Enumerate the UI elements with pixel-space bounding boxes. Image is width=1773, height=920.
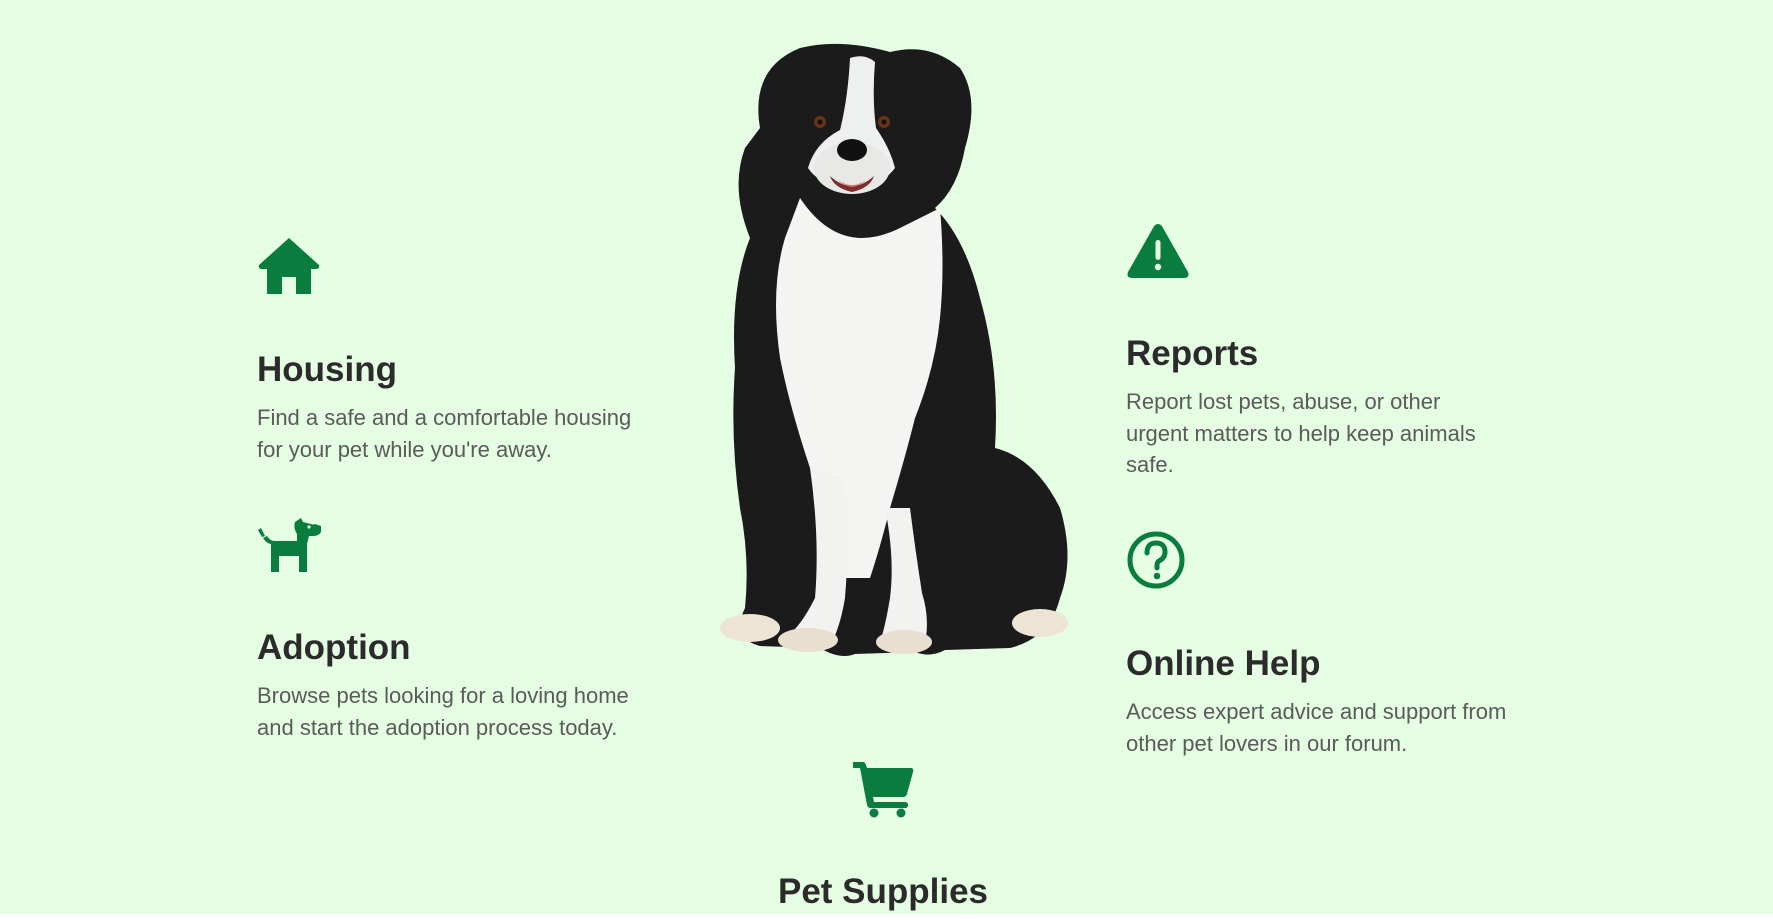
page: Housing Find a safe and a comfortable ho… xyxy=(0,0,1773,920)
service-title: Reports xyxy=(1126,334,1259,373)
border-collie-dog-photo xyxy=(720,43,1068,657)
service-title: Pet Supplies xyxy=(777,872,989,911)
service-title: Adoption xyxy=(257,628,411,667)
service-title: Housing xyxy=(257,350,397,389)
services-section: Housing Find a safe and a comfortable ho… xyxy=(0,0,1773,914)
question-circle-icon xyxy=(1127,531,1185,589)
service-description: Report lost pets, abuse, or other urgent… xyxy=(1126,389,1476,477)
service-description: Browse pets looking for a loving home an… xyxy=(257,683,629,740)
warning-icon xyxy=(1127,224,1189,278)
shopping-cart-icon xyxy=(853,762,914,818)
service-online-help: Online Help Access expert advice and sup… xyxy=(1126,530,1526,759)
service-pet-supplies: Pet Supplies xyxy=(683,758,1083,920)
service-housing: Housing Find a safe and a comfortable ho… xyxy=(257,236,657,465)
dog-icon xyxy=(258,518,321,572)
service-adoption: Adoption Browse pets looking for a lovin… xyxy=(257,514,657,743)
service-description: Find a safe and a comfortable housing fo… xyxy=(257,405,632,462)
service-description: Access expert advice and support from ot… xyxy=(1126,699,1507,756)
service-title: Online Help xyxy=(1126,644,1321,683)
service-reports: Reports Report lost pets, abuse, or othe… xyxy=(1126,220,1506,481)
house-icon xyxy=(258,238,320,294)
